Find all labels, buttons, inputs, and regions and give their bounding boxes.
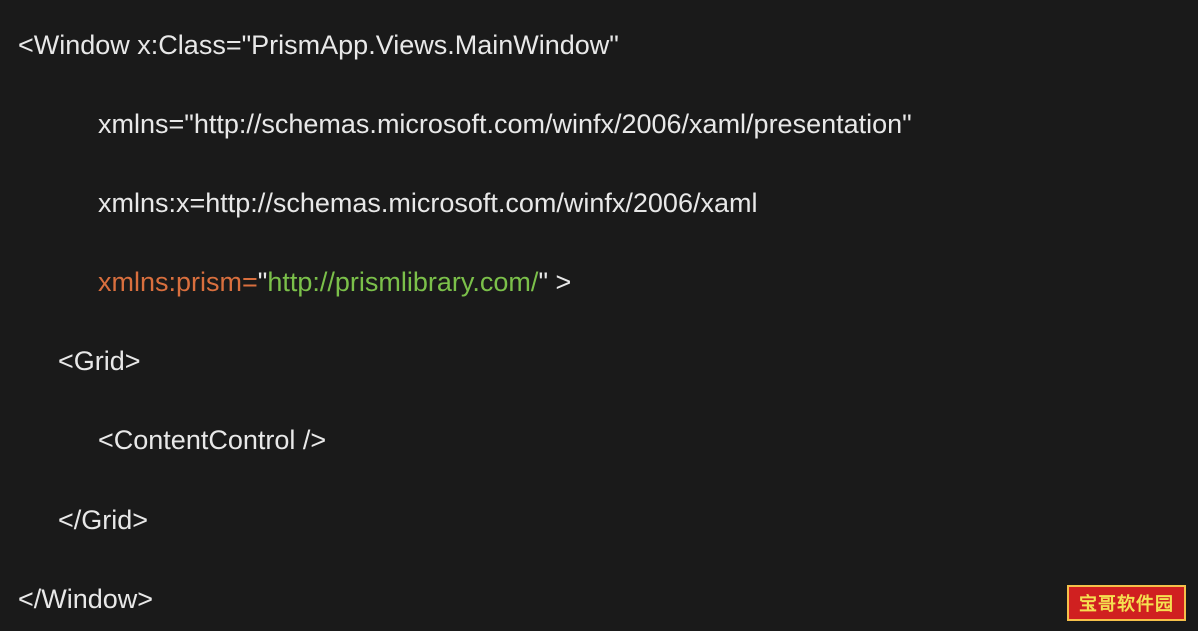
quote-open: ": [258, 267, 268, 297]
prism-url: http://prismlibrary.com/: [267, 267, 538, 297]
code-block: <Window x:Class="PrismApp.Views.MainWind…: [0, 0, 1198, 631]
code-line-4: xmlns:prism="http://prismlibrary.com/" >: [18, 265, 1180, 300]
watermark-badge: 宝哥软件园: [1067, 585, 1186, 621]
code-line-8: </Window>: [18, 582, 1180, 617]
code-line-5: <Grid>: [18, 344, 1180, 379]
code-line-7: </Grid>: [18, 503, 1180, 538]
xmlns-prism-attr: xmlns:prism=: [98, 267, 258, 297]
code-line-2: xmlns="http://schemas.microsoft.com/winf…: [18, 107, 1180, 142]
code-line-1: <Window x:Class="PrismApp.Views.MainWind…: [18, 28, 1180, 63]
quote-close: ": [538, 267, 548, 297]
tag-close: >: [548, 267, 571, 297]
code-line-6: <ContentControl />: [18, 423, 1180, 458]
code-line-3: xmlns:x=http://schemas.microsoft.com/win…: [18, 186, 1180, 221]
